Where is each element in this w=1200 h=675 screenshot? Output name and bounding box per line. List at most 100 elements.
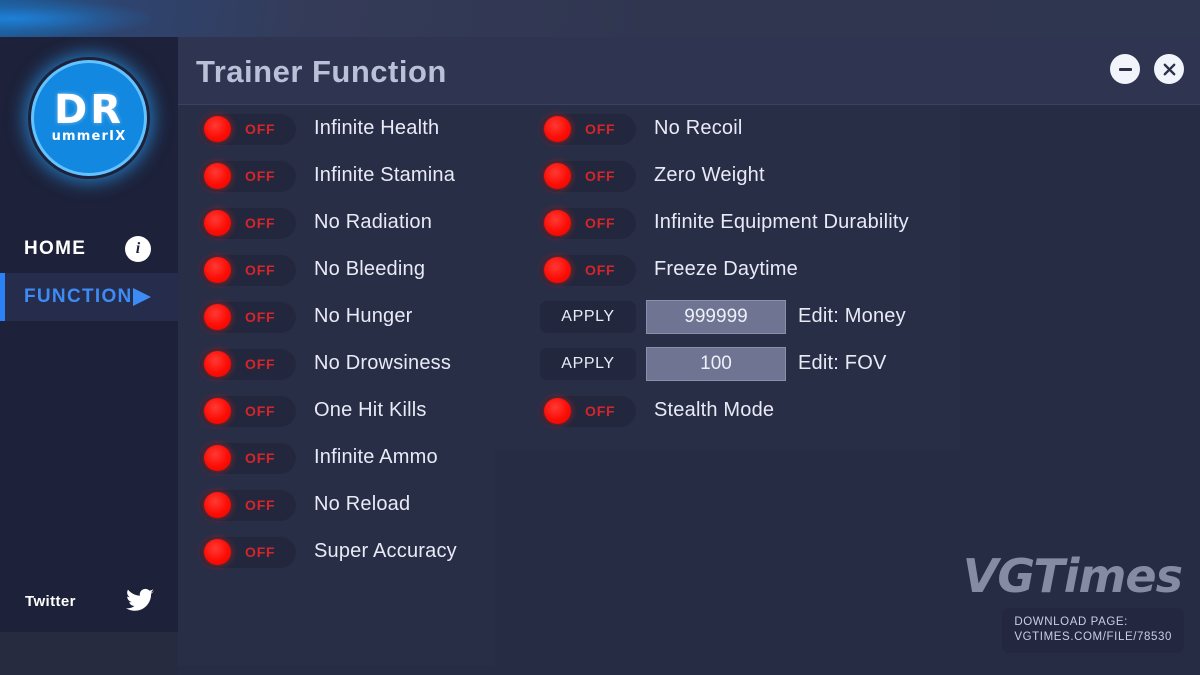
cheat-list-left: OFF Infinite Health OFF Infinite Stamina OFF… xyxy=(200,105,490,575)
close-button[interactable] xyxy=(1154,54,1184,84)
toggle-knob-icon xyxy=(204,350,231,377)
cheat-row: OFF Freeze Daytime xyxy=(540,246,1000,293)
apply-button[interactable]: APPLY xyxy=(540,347,636,380)
toggle-state-label: OFF xyxy=(585,120,616,137)
value-input[interactable]: 999999 xyxy=(646,299,786,334)
cheat-label: Infinite Ammo xyxy=(314,446,438,468)
toggle-state-label: OFF xyxy=(245,449,276,466)
minimize-button[interactable] xyxy=(1110,54,1140,84)
toggle-state-label: OFF xyxy=(245,167,276,184)
cheat-row: OFF No Radiation xyxy=(200,199,490,246)
cheat-row: OFF Stealth Mode xyxy=(540,387,1000,434)
cheat-label: Edit: Money xyxy=(798,305,906,327)
cheat-row: OFF No Reload xyxy=(200,481,490,528)
function-content: OFF Infinite Health OFF Infinite Stamina OFF… xyxy=(178,105,1200,675)
toggle-switch[interactable]: OFF xyxy=(200,488,296,521)
close-icon xyxy=(1163,63,1175,75)
cheat-row: OFF Infinite Ammo xyxy=(200,434,490,481)
window-titlebar xyxy=(0,0,1200,37)
cheat-list-right: OFF No Recoil OFF Zero Weight OFF Infinite Eq… xyxy=(540,105,1000,434)
cheat-label: No Bleeding xyxy=(314,258,426,280)
toggle-knob-icon xyxy=(544,256,571,283)
cheat-row: OFF No Drowsiness xyxy=(200,340,490,387)
toggle-switch[interactable]: OFF xyxy=(540,112,636,145)
cheat-row: OFF Infinite Stamina xyxy=(200,152,490,199)
toggle-switch[interactable]: OFF xyxy=(200,347,296,380)
toggle-knob-icon xyxy=(204,303,231,330)
sidebar-item-home-label: HOME xyxy=(24,238,87,259)
cheat-label: Stealth Mode xyxy=(654,399,775,421)
info-icon[interactable]: i xyxy=(125,236,151,262)
cheat-row: APPLY 100 Edit: FOV xyxy=(540,340,1000,387)
sidebar-twitter-link[interactable]: Twitter xyxy=(0,584,178,618)
cheat-label: Zero Weight xyxy=(654,164,765,186)
toggle-knob-icon xyxy=(544,115,571,142)
toggle-switch[interactable]: OFF xyxy=(540,394,636,427)
apply-button[interactable]: APPLY xyxy=(540,300,636,333)
cheat-label: Infinite Equipment Durability xyxy=(654,211,909,233)
toggle-switch[interactable]: OFF xyxy=(540,159,636,192)
toggle-switch[interactable]: OFF xyxy=(200,206,296,239)
app-logo: DR ummerIX xyxy=(28,57,150,179)
toggle-knob-icon xyxy=(204,444,231,471)
cheat-label: No Drowsiness xyxy=(314,352,452,374)
toggle-state-label: OFF xyxy=(245,355,276,372)
toggle-state-label: OFF xyxy=(585,167,616,184)
toggle-switch[interactable]: OFF xyxy=(200,253,296,286)
minus-icon xyxy=(1118,67,1132,71)
toggle-knob-icon xyxy=(204,162,231,189)
page-title: Trainer Function xyxy=(196,54,447,89)
cheat-label: Infinite Stamina xyxy=(314,164,456,186)
main-panel: Trainer Function OFF Infinite Health OFF In… xyxy=(178,37,1200,675)
toggle-switch[interactable]: OFF xyxy=(200,300,296,333)
download-page-label: DOWNLOAD PAGE: xyxy=(1014,616,1128,628)
toggle-switch[interactable]: OFF xyxy=(200,112,296,145)
toggle-knob-icon xyxy=(204,538,231,565)
cheat-label: No Reload xyxy=(314,493,411,515)
sidebar: DR ummerIX HOME i FUNCTION Twitter xyxy=(0,37,178,632)
download-page-url: VGTIMES.COM/FILE/78530 xyxy=(1014,631,1172,643)
toggle-switch[interactable]: OFF xyxy=(200,535,296,568)
toggle-switch[interactable]: OFF xyxy=(540,253,636,286)
play-icon xyxy=(133,288,151,306)
cheat-label: Infinite Health xyxy=(314,117,440,139)
sidebar-item-function-label: FUNCTION xyxy=(24,286,133,307)
logo-circle: DR ummerIX xyxy=(31,60,147,176)
toggle-knob-icon xyxy=(544,397,571,424)
cheat-label: Edit: FOV xyxy=(798,352,887,374)
cheat-label: No Hunger xyxy=(314,305,413,327)
toggle-state-label: OFF xyxy=(245,261,276,278)
cheat-row: OFF Super Accuracy xyxy=(200,528,490,575)
panel-header: Trainer Function xyxy=(178,37,1200,105)
cheat-label: No Recoil xyxy=(654,117,743,139)
toggle-switch[interactable]: OFF xyxy=(200,159,296,192)
cheat-row: OFF Infinite Equipment Durability xyxy=(540,199,1000,246)
cheat-row: OFF No Hunger xyxy=(200,293,490,340)
twitter-label: Twitter xyxy=(25,592,76,610)
toggle-state-label: OFF xyxy=(585,261,616,278)
value-input[interactable]: 100 xyxy=(646,346,786,381)
toggle-switch[interactable]: OFF xyxy=(200,441,296,474)
toggle-knob-icon xyxy=(544,209,571,236)
sidebar-item-home[interactable]: HOME i xyxy=(0,225,178,273)
sidebar-item-function[interactable]: FUNCTION xyxy=(0,273,178,321)
toggle-switch[interactable]: OFF xyxy=(540,206,636,239)
toggle-knob-icon xyxy=(544,162,571,189)
cheat-label: No Radiation xyxy=(314,211,433,233)
toggle-state-label: OFF xyxy=(245,543,276,560)
toggle-switch[interactable]: OFF xyxy=(200,394,296,427)
logo-secondary-text: ummerIX xyxy=(51,129,127,144)
download-page-badge: DOWNLOAD PAGE: VGTIMES.COM/FILE/78530 xyxy=(1002,608,1184,653)
cheat-row: OFF No Bleeding xyxy=(200,246,490,293)
toggle-state-label: OFF xyxy=(245,214,276,231)
cheat-row: APPLY 999999 Edit: Money xyxy=(540,293,1000,340)
cheat-row: OFF Zero Weight xyxy=(540,152,1000,199)
toggle-knob-icon xyxy=(204,491,231,518)
trainer-window: DR ummerIX HOME i FUNCTION Twitter Train… xyxy=(0,0,1200,675)
toggle-state-label: OFF xyxy=(585,402,616,419)
toggle-state-label: OFF xyxy=(245,308,276,325)
toggle-knob-icon xyxy=(204,397,231,424)
toggle-state-label: OFF xyxy=(245,120,276,137)
twitter-icon[interactable] xyxy=(126,588,154,618)
toggle-state-label: OFF xyxy=(245,496,276,513)
